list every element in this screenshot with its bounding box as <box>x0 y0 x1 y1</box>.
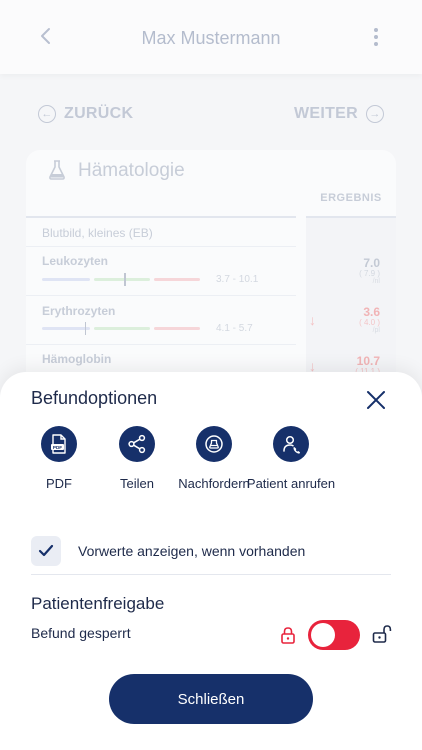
navigation-row: ← ZURÜCK WEITER → <box>0 102 422 126</box>
flask-icon <box>48 160 66 180</box>
sheet-title: Befundoptionen <box>31 388 158 408</box>
range-bar <box>42 273 200 286</box>
divider <box>31 574 391 575</box>
phone-icon <box>273 426 309 462</box>
more-options-icon[interactable] <box>366 26 386 48</box>
app-bar: Max Mustermann <box>0 0 422 74</box>
range-marker <box>124 273 126 286</box>
divider <box>26 246 296 247</box>
pdf-icon: PDF <box>41 426 77 462</box>
result-value: 7.0 <box>363 256 380 270</box>
patient-name-title: Max Mustermann <box>141 28 281 48</box>
back-nav-label: ZURÜCK <box>64 105 134 122</box>
lock-open-icon <box>372 624 392 644</box>
result-column <box>306 218 396 390</box>
lab-name: Erythrozyten <box>42 304 116 318</box>
previous-values-checkbox[interactable] <box>31 536 61 566</box>
findings-options-sheet: Befundoptionen PDF PDF Teilen Nachforder… <box>0 372 422 750</box>
previous-values-row[interactable]: Vorwerte anzeigen, wenn vorhanden <box>31 536 391 566</box>
lab-name: Leukozyten <box>42 254 109 268</box>
reference-range: 3.7 - 10.1 <box>216 274 259 285</box>
pdf-option[interactable]: PDF PDF <box>14 426 104 491</box>
divider <box>26 216 296 218</box>
divider <box>26 295 296 296</box>
result-value: 10.7 <box>356 354 380 368</box>
close-button[interactable]: Schließen <box>109 674 313 724</box>
next-nav-button[interactable]: WEITER → <box>294 102 384 126</box>
previous-value: ( 7.9 ) <box>359 269 380 278</box>
release-toggle[interactable] <box>308 620 360 650</box>
pdf-label: PDF <box>46 476 72 491</box>
call-patient-option[interactable]: Patient anrufen <box>246 426 336 491</box>
divider <box>26 344 296 345</box>
unit: /pl <box>372 327 380 334</box>
previous-value: ( 4.0 ) <box>359 318 380 327</box>
result-value: 3.6 <box>363 305 380 319</box>
result-column-header: ERGEBNIS <box>320 192 382 204</box>
arrow-down-icon: ↓ <box>309 312 316 328</box>
arrow-right-circle-icon: → <box>366 105 384 123</box>
range-bar <box>42 322 200 335</box>
unit: /nl <box>372 278 380 285</box>
lab-name: Hämoglobin <box>42 352 112 366</box>
toggle-knob <box>311 623 335 647</box>
previous-values-label: Vorwerte anzeigen, wenn vorhanden <box>78 543 306 559</box>
next-nav-label: WEITER <box>293 105 358 122</box>
arrow-left-circle-icon: ← <box>38 105 56 123</box>
hematology-card: Hämatologie ERGEBNIS Blutbild, kleines (… <box>26 150 396 390</box>
group-label: Blutbild, kleines (EB) <box>42 226 153 240</box>
share-icon <box>119 426 155 462</box>
card-title: Hämatologie <box>78 160 185 181</box>
range-marker <box>84 322 87 335</box>
svg-text:PDF: PDF <box>53 445 62 450</box>
close-icon[interactable] <box>364 388 388 412</box>
locked-status-label: Befund gesperrt <box>31 625 131 641</box>
call-patient-label: Patient anrufen <box>246 476 336 491</box>
lock-closed-icon <box>280 626 296 644</box>
checkmark-icon <box>38 544 54 557</box>
patient-release-title: Patientenfreigabe <box>31 594 165 613</box>
back-nav-button[interactable]: ← ZURÜCK <box>38 102 133 126</box>
reference-range: 4.1 - 5.7 <box>216 323 253 334</box>
request-icon <box>196 426 232 462</box>
